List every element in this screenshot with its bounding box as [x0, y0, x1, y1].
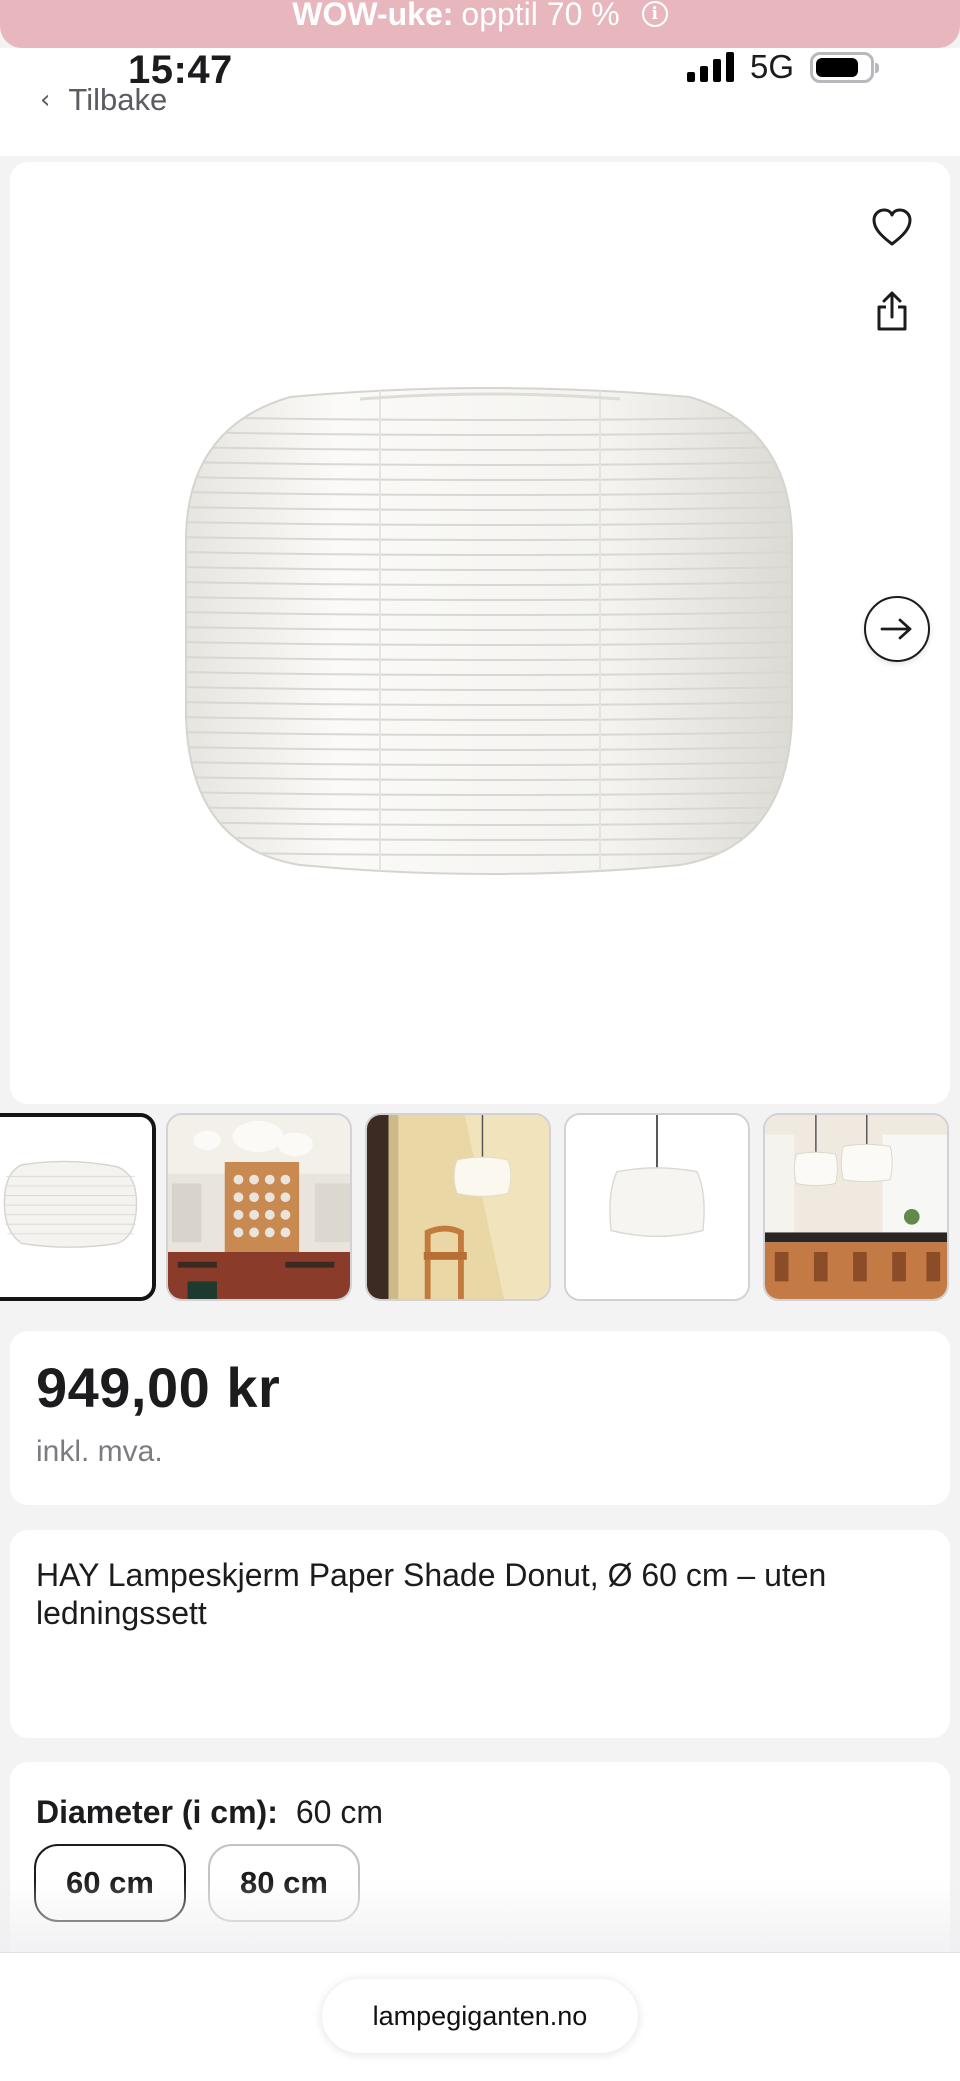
thumbnail-3[interactable] [365, 1113, 551, 1301]
title-card: HAY Lampeskjerm Paper Shade Donut, Ø 60 … [10, 1530, 950, 1738]
option-label: Diameter (i cm): [36, 1794, 278, 1830]
heart-icon[interactable] [870, 206, 914, 250]
promo-banner[interactable]: WOW-uke: opptil 70 % i [0, 0, 960, 48]
thumbnail-4[interactable] [564, 1113, 750, 1301]
network-type: 5G [749, 48, 794, 85]
back-label: Tilbake [68, 82, 168, 117]
thumbnail-2[interactable] [166, 1113, 352, 1301]
arrow-right-icon [880, 618, 912, 640]
address-bar[interactable]: lampegiganten.no [322, 1979, 638, 2053]
option-selected-value: 60 cm [295, 1794, 383, 1830]
next-image-button[interactable] [864, 596, 930, 662]
product-image-card [10, 162, 950, 1104]
option-label-row: Diameter (i cm): 60 cm [36, 1794, 383, 1831]
thumbnail-1[interactable] [0, 1113, 156, 1301]
header: 15:47 5G ‹ Tilbake [0, 48, 960, 156]
thumbnail-5[interactable] [763, 1113, 949, 1301]
info-icon[interactable]: i [641, 1, 668, 27]
chevron-left-icon: ‹ [40, 85, 51, 115]
battery-icon [810, 51, 879, 83]
status-indicators: 5G [686, 48, 879, 86]
vat-note: inkl. mva. [36, 1435, 163, 1468]
product-title: HAY Lampeskjerm Paper Shade Donut, Ø 60 … [36, 1557, 827, 1631]
price-card: 949,00 kr inkl. mva. [10, 1331, 950, 1505]
share-icon[interactable] [874, 290, 910, 332]
promo-bold-text: WOW-uke: [292, 0, 454, 32]
browser-bottom-bar: lampegiganten.no [0, 1952, 960, 2081]
promo-text: opptil 70 % [461, 0, 620, 32]
product-price: 949,00 kr [36, 1356, 281, 1419]
signal-icon [686, 52, 734, 82]
product-image [185, 387, 793, 875]
scroll-fade [0, 1880, 960, 1952]
back-button[interactable]: ‹ Tilbake [40, 82, 167, 118]
thumbnail-strip [0, 1113, 960, 1303]
